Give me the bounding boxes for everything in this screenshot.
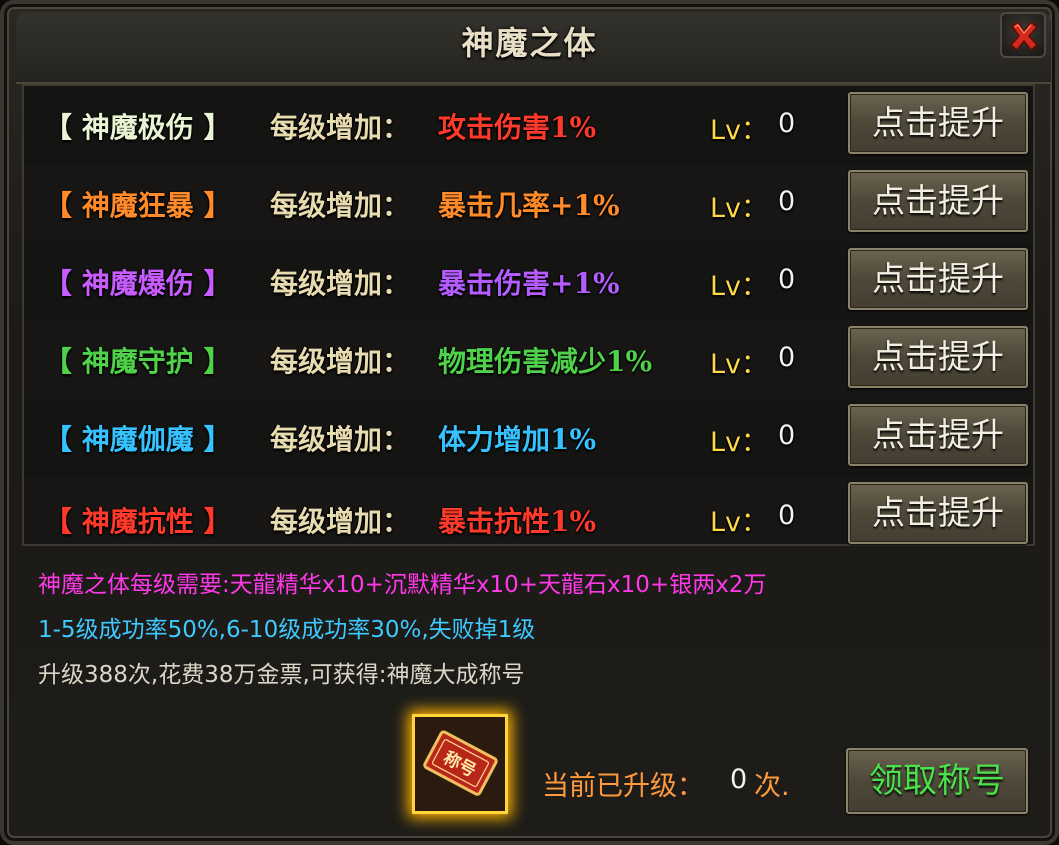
upgrade-button[interactable]: 点击提升: [848, 404, 1028, 466]
attribute-name: 【 神魔伽魔 】: [44, 423, 232, 456]
list-item: 【 神魔极伤 】 每级增加： 攻击伤害1% Lv： 0 点击提升: [24, 86, 1033, 165]
level-label: Lv：: [710, 507, 769, 538]
per-level-label: 每级增加：: [270, 345, 411, 378]
level-label: Lv：: [710, 271, 769, 302]
attribute-name: 【 神魔守护 】: [44, 345, 232, 378]
list-item: 【 神魔抗性 】 每级增加： 暴击抗性1% Lv： 0 点击提升: [24, 476, 1033, 544]
claim-title-button[interactable]: 领取称号: [846, 748, 1028, 814]
list-item: 【 神魔狂暴 】 每级增加： 暴击几率+1% Lv： 0 点击提升: [24, 164, 1033, 243]
attribute-effect: 暴击伤害+1%: [438, 267, 620, 300]
per-level-label: 每级增加：: [270, 505, 411, 538]
upgrade-button[interactable]: 点击提升: [848, 170, 1028, 232]
title-ticket-icon: 称号: [415, 717, 505, 811]
level-value: 0: [778, 108, 796, 139]
attribute-name: 【 神魔狂暴 】: [44, 189, 232, 222]
attribute-list: 【 神魔极伤 】 每级增加： 攻击伤害1% Lv： 0 点击提升 【 神魔狂暴 …: [22, 84, 1035, 546]
upgraded-count-value: 0: [730, 764, 748, 795]
attribute-effect: 攻击伤害1%: [438, 111, 597, 144]
level-value: 0: [778, 420, 796, 451]
list-item: 【 神魔伽魔 】 每级增加： 体力增加1% Lv： 0 点击提升: [24, 398, 1033, 477]
close-button[interactable]: [1000, 12, 1046, 58]
per-level-label: 每级增加：: [270, 189, 411, 222]
attribute-effect: 暴击几率+1%: [438, 189, 620, 222]
level-label: Lv：: [710, 115, 769, 146]
level-value: 0: [778, 500, 796, 531]
close-icon: [1009, 20, 1039, 52]
level-label: Lv：: [710, 427, 769, 458]
dialog-title: 神魔之体: [461, 24, 598, 62]
upgrade-button[interactable]: 点击提升: [848, 326, 1028, 388]
list-item: 【 神魔爆伤 】 每级增加： 暴击伤害+1% Lv： 0 点击提升: [24, 242, 1033, 321]
upgrade-button[interactable]: 点击提升: [848, 482, 1028, 544]
level-value: 0: [778, 342, 796, 373]
list-item: 【 神魔守护 】 每级增加： 物理伤害减少1% Lv： 0 点击提升: [24, 320, 1033, 399]
upgrade-button[interactable]: 点击提升: [848, 248, 1028, 310]
per-level-label: 每级增加：: [270, 267, 411, 300]
level-label: Lv：: [710, 349, 769, 380]
level-value: 0: [778, 186, 796, 217]
level-value: 0: [778, 264, 796, 295]
per-level-label: 每级增加：: [270, 111, 411, 144]
attribute-name: 【 神魔抗性 】: [44, 505, 232, 538]
success-rate-text: 1-5级成功率50%,6-10级成功率30%,失败掉1级: [38, 617, 536, 643]
title-reward-slot[interactable]: 称号: [412, 714, 508, 814]
attribute-effect: 体力增加1%: [438, 423, 597, 456]
requirement-text: 神魔之体每级需要:天龍精华x10+沉默精华x10+天龍石x10+银两x2万: [38, 572, 767, 598]
upgraded-count-unit: 次.: [754, 771, 790, 802]
reward-info-text: 升级388次,花费38万金票,可获得:神魔大成称号: [38, 662, 525, 688]
upgraded-count-label: 当前已升级：: [542, 771, 704, 802]
attribute-effect: 暴击抗性1%: [438, 505, 597, 538]
level-label: Lv：: [710, 193, 769, 224]
upgrade-button[interactable]: 点击提升: [848, 92, 1028, 154]
attribute-effect: 物理伤害减少1%: [438, 345, 653, 378]
attribute-name: 【 神魔爆伤 】: [44, 267, 232, 300]
per-level-label: 每级增加：: [270, 423, 411, 456]
attribute-name: 【 神魔极伤 】: [44, 111, 232, 144]
